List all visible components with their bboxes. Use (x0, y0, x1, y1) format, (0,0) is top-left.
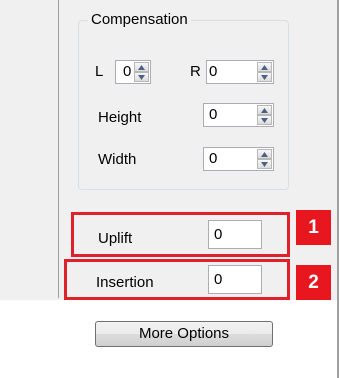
insertion-input[interactable]: 0 (208, 265, 262, 294)
width-up-arrow-icon[interactable] (257, 149, 272, 159)
left-value[interactable]: 0 (123, 63, 131, 81)
right-value[interactable]: 0 (209, 63, 217, 81)
more-options-button[interactable]: More Options (95, 321, 273, 347)
marker-2: 2 (296, 265, 331, 300)
left-up-arrow-icon[interactable] (134, 62, 149, 72)
left-spinner[interactable]: 0 (115, 60, 151, 84)
right-up-arrow-icon[interactable] (257, 62, 272, 72)
left-label: L (95, 63, 104, 80)
right-down-arrow-icon[interactable] (257, 72, 272, 82)
width-spinner[interactable]: 0 (203, 147, 274, 171)
width-down-arrow-icon[interactable] (257, 159, 272, 169)
uplift-label: Uplift (98, 230, 133, 247)
right-spinner[interactable]: 0 (206, 60, 274, 84)
height-value[interactable]: 0 (209, 106, 217, 124)
height-label: Height (98, 109, 142, 126)
marker-1: 1 (296, 210, 331, 245)
uplift-value[interactable]: 0 (214, 225, 222, 245)
height-up-arrow-icon[interactable] (257, 105, 272, 115)
right-label: R (190, 63, 201, 80)
width-value[interactable]: 0 (209, 150, 217, 168)
insertion-value[interactable]: 0 (214, 270, 222, 290)
width-label: Width (98, 151, 137, 168)
uplift-input[interactable]: 0 (208, 220, 262, 249)
panel-left-border (58, 0, 59, 298)
compensation-title: Compensation (88, 10, 191, 30)
height-down-arrow-icon[interactable] (257, 115, 272, 125)
height-spinner[interactable]: 0 (203, 103, 274, 127)
insertion-label: Insertion (96, 274, 154, 291)
left-down-arrow-icon[interactable] (134, 72, 149, 82)
